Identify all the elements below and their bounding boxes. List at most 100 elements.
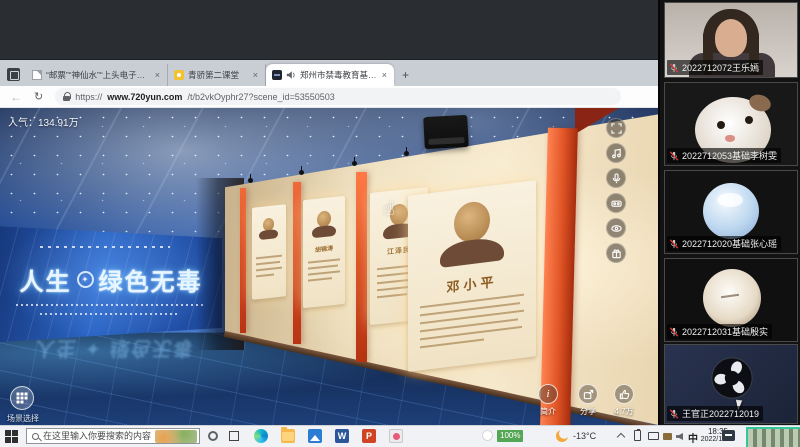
leader-poster-hujintao: 胡锦涛 (303, 196, 345, 308)
track-light (248, 178, 253, 183)
slogan-right: 绿色无毒 (99, 262, 203, 297)
mic-muted-icon (669, 151, 679, 161)
like-button[interactable] (614, 384, 634, 404)
tab-title: 郑州市禁毒教育基地虚拟三 (300, 69, 377, 81)
participant-video[interactable]: 2022712020基础张心瑶 (664, 170, 798, 254)
meeting-participant-strip: 2022712072王乐嫣 2022712053基础李树雯 2022712020… (658, 0, 800, 425)
participant-video[interactable]: 2022712053基础李树雯 (664, 82, 798, 166)
participant-name: 2022712072王乐嫣 (682, 61, 759, 74)
search-highlight-art[interactable] (155, 430, 197, 443)
participant-video[interactable]: 2022712031基础殷实 (664, 258, 798, 342)
page-favicon (32, 70, 42, 80)
ime-indicator[interactable]: 中 (688, 430, 698, 445)
night-weather-icon[interactable] (556, 430, 568, 442)
tab-title: “邮票”“神仙水”“上头电子烟”“迷 (46, 69, 150, 81)
viewer-side-controls (606, 118, 626, 263)
screen-small-text-row (40, 246, 170, 248)
intro-label: 简介 (528, 406, 568, 417)
search-icon (32, 433, 39, 440)
panorama-viewer[interactable]: 人生 ✦ 绿色无毒 人生 ✦ 绿色无毒 (0, 108, 658, 425)
screen-root: “邮票”“神仙水”“上头电子烟”“迷 × 青骄第二课堂 × 郑州市禁毒教育基地虚… (0, 0, 800, 447)
tab-close-icon[interactable]: × (154, 70, 161, 80)
participant-name-chip: 2022712031基础殷实 (667, 324, 772, 339)
tab-drug-article[interactable]: “邮票”“神仙水”“上头电子烟”“迷 × (26, 64, 168, 86)
track-light (404, 151, 409, 156)
vr-mode-button[interactable] (606, 193, 626, 213)
gyroscope-button[interactable] (606, 218, 626, 238)
new-tab-button[interactable]: + (402, 69, 409, 81)
address-bar[interactable]: https://www.720yun.com/t/b2vkOyphr27?sce… (55, 88, 621, 105)
grid-icon (16, 392, 28, 404)
track-light (299, 170, 304, 175)
led-screen: 人生 ✦ 绿色无毒 (0, 224, 222, 342)
orange-pillar (240, 188, 246, 333)
tray-battery-icon[interactable] (634, 430, 641, 441)
track-light (352, 161, 357, 166)
pano-hand-cursor: ☝ (383, 198, 395, 221)
voice-narration-button[interactable] (606, 168, 626, 188)
obs-logo (709, 355, 755, 401)
participant-name-chip: 2022712053基础李树雯 (667, 148, 781, 163)
leader-poster (252, 204, 286, 300)
weather-icon[interactable] (482, 430, 493, 441)
orange-pillar (356, 172, 367, 362)
browser-workspaces-icon[interactable] (7, 68, 20, 81)
photos-app-icon[interactable] (308, 429, 322, 443)
pinned-app-icon[interactable] (389, 429, 403, 443)
tray-display-icon[interactable] (648, 432, 659, 440)
participant-video-partial[interactable] (746, 427, 800, 447)
task-view-icon[interactable] (229, 431, 239, 441)
battery-percent-badge[interactable]: 100% (497, 430, 523, 442)
tab-qingjiao-classroom[interactable]: 青骄第二课堂 × (168, 64, 266, 86)
scene-select-label: 场景选择 (0, 413, 46, 424)
qingjiao-favicon (174, 70, 184, 80)
site-favicon (272, 70, 282, 80)
file-explorer-icon[interactable] (281, 429, 295, 443)
participant-name-chip: 2022712072王乐嫣 (667, 60, 763, 75)
lock-icon[interactable] (63, 92, 70, 101)
screen-slogan: 人生 ✦ 绿色无毒 (0, 262, 228, 297)
back-icon[interactable]: ← (10, 90, 22, 104)
music-button[interactable] (606, 143, 626, 163)
share-button[interactable] (578, 384, 598, 404)
participant-name: 2022712053基础李树雯 (682, 149, 777, 162)
mic-muted-icon (669, 409, 679, 419)
scene-select-button[interactable] (10, 386, 34, 410)
badge-logo: ✦ (77, 271, 94, 288)
slogan-left: 人生 (20, 262, 72, 297)
url-scheme: https:// (75, 92, 102, 102)
intro-button[interactable]: i (538, 384, 558, 404)
gift-button[interactable] (606, 243, 626, 263)
taskbar-search[interactable] (26, 428, 200, 444)
tab-audio-icon[interactable] (286, 70, 296, 80)
popularity-counter: 人气：134.91万 (8, 114, 79, 129)
participant-name-chip: 王官正2022712019 (667, 406, 763, 421)
browser-toolbar: ← ↻ https://www.720yun.com/t/b2vkOyphr27… (0, 86, 658, 108)
refresh-icon[interactable]: ↻ (34, 90, 43, 103)
orange-pillar (293, 182, 301, 344)
tab-close-icon[interactable]: × (381, 70, 388, 80)
powerpoint-icon[interactable]: P (362, 429, 376, 443)
participant-video[interactable]: 2022712072王乐嫣 (664, 2, 798, 78)
fullscreen-button[interactable] (606, 118, 626, 138)
search-input[interactable] (43, 431, 151, 441)
mic-muted-icon (669, 63, 679, 73)
tab-close-icon[interactable]: × (252, 70, 259, 80)
screen-subtext-row (16, 304, 206, 306)
cortana-icon[interactable] (208, 431, 218, 441)
url-path: /t/b2vkOyphr27?scene_id=53550503 (187, 92, 334, 102)
share-label: 分享 (568, 406, 608, 417)
start-button[interactable] (5, 430, 18, 443)
browser-tab-strip: “邮票”“神仙水”“上头电子烟”“迷 × 青骄第二课堂 × 郑州市禁毒教育基地虚… (0, 60, 658, 86)
tab-title: 青骄第二课堂 (188, 69, 248, 81)
tab-antidrug-base-tour[interactable]: 郑州市禁毒教育基地虚拟三 × (266, 64, 394, 86)
participant-name: 2022712031基础殷实 (682, 325, 768, 338)
action-center-icon[interactable] (722, 430, 735, 441)
edge-icon[interactable] (254, 429, 268, 443)
temperature-label[interactable]: -13°C (573, 431, 596, 441)
participant-video[interactable]: 王官正2022712019 (664, 344, 798, 424)
tray-folder-icon[interactable] (663, 433, 672, 440)
word-icon[interactable]: W (335, 429, 349, 443)
participant-name: 2022712020基础张心瑶 (682, 237, 777, 250)
projector (423, 115, 469, 149)
